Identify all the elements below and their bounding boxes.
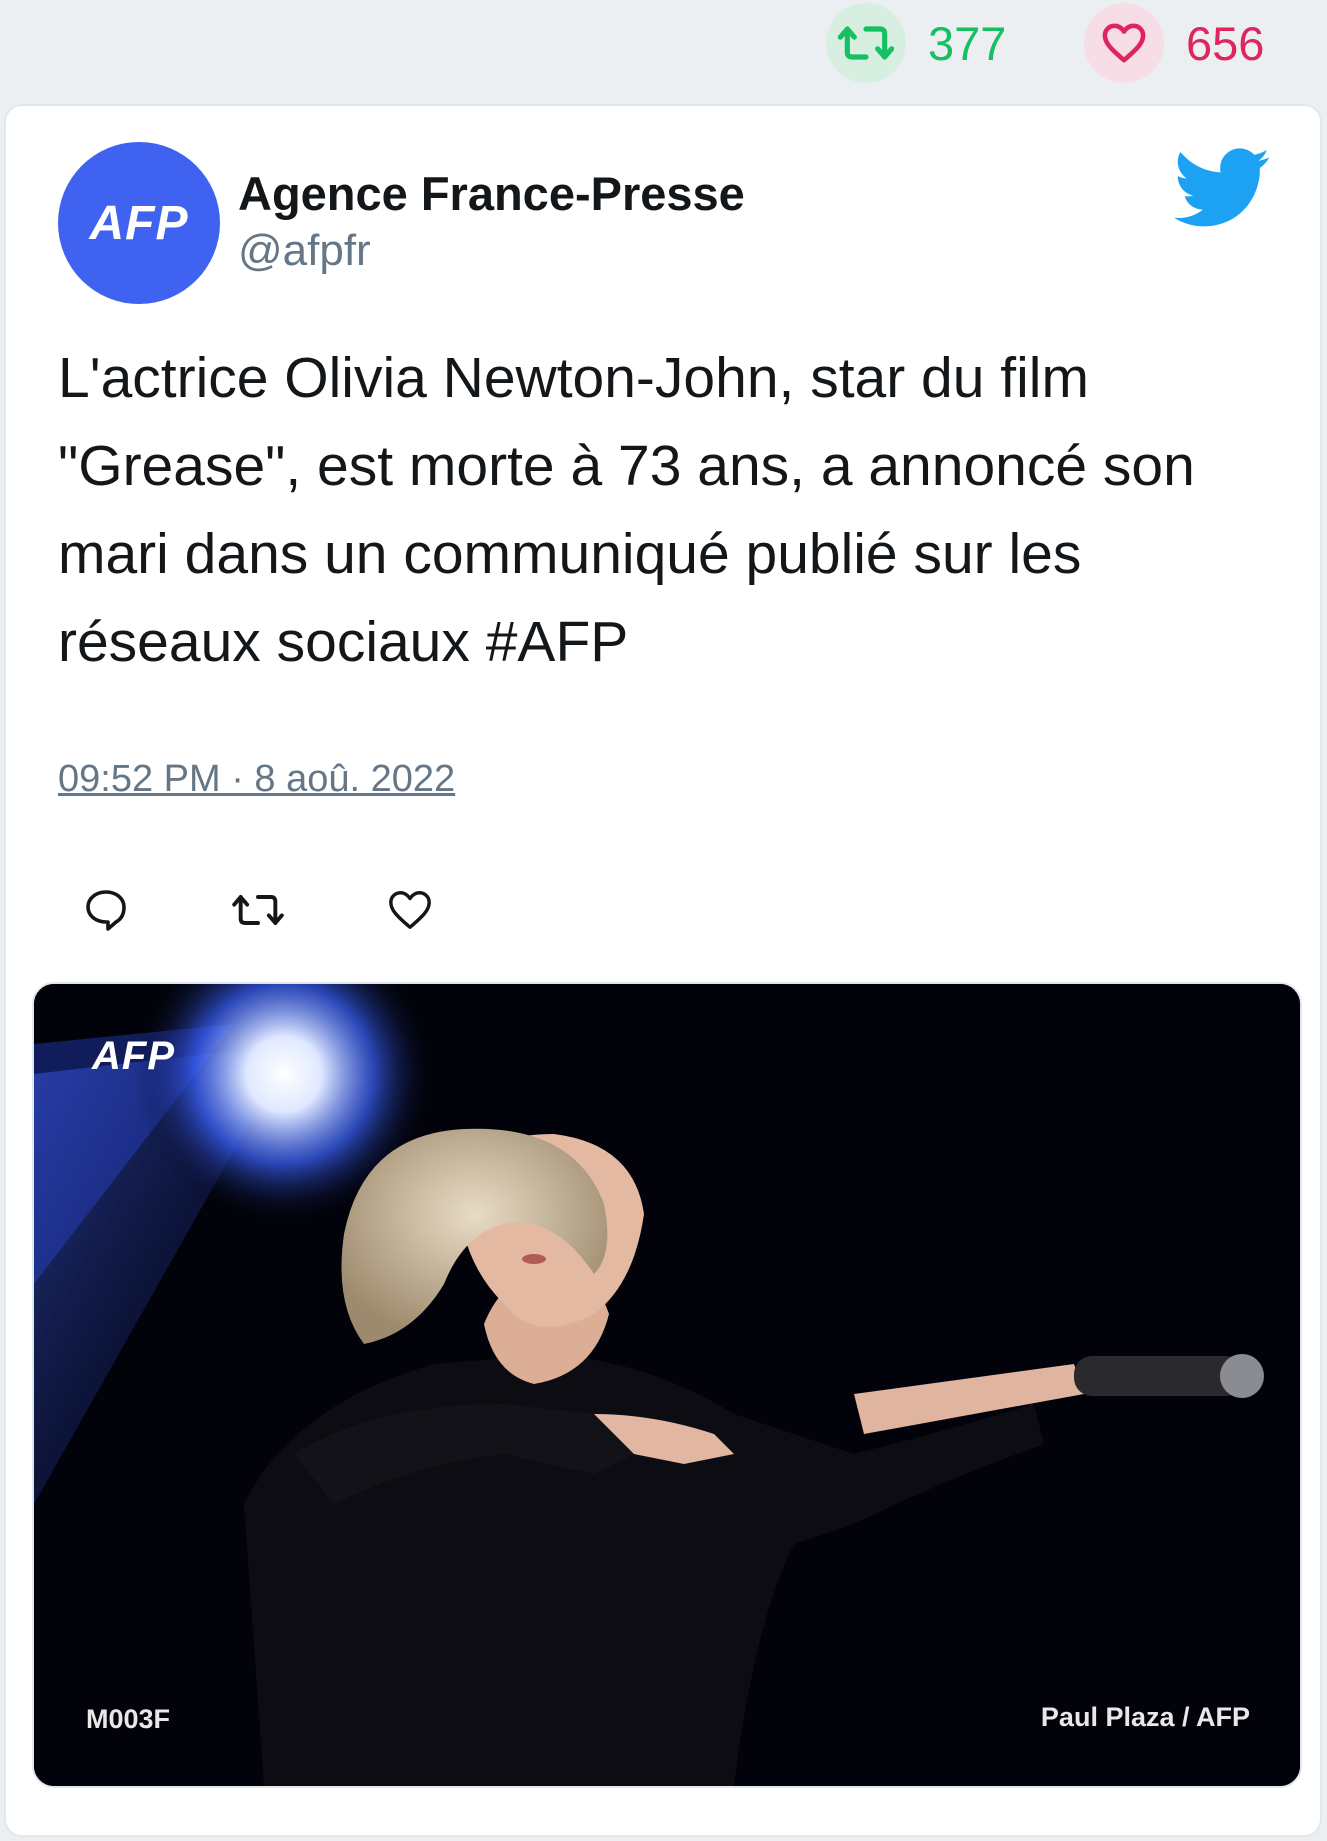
tweet-text: L'actrice Olivia Newton-John, star du fi… <box>58 346 1195 674</box>
tweet-photo[interactable]: AFP M003F Paul Plaza / AFP <box>32 982 1302 1788</box>
twitter-bird-icon[interactable] <box>1173 148 1272 228</box>
avatar-label: AFP <box>89 196 189 250</box>
reply-icon[interactable] <box>76 880 136 940</box>
tweet-card: AFP Agence France-Presse @afpfr L'actric… <box>4 104 1322 1837</box>
like-count: 656 <box>1186 16 1265 70</box>
avatar[interactable]: AFP <box>58 142 220 304</box>
media-brand-logo: AFP <box>92 1034 175 1078</box>
author-name[interactable]: Agence France-Presse <box>238 166 745 221</box>
retweet-icon[interactable] <box>228 880 288 940</box>
photo-code: M003F <box>86 1704 171 1734</box>
retweet-count-stat[interactable]: 377 <box>826 3 1007 83</box>
tweet-timestamp[interactable]: 09:52 PM · 8 aoû. 2022 <box>58 758 455 801</box>
like-count-stat[interactable]: 656 <box>1084 3 1265 83</box>
engagement-bar: 377 656 <box>0 0 1327 104</box>
retweet-count: 377 <box>928 16 1007 70</box>
photo-credit: Paul Plaza / AFP <box>1040 1702 1250 1732</box>
author-handle[interactable]: @afpfr <box>238 226 371 276</box>
heart-icon[interactable] <box>380 880 440 940</box>
heart-icon <box>1084 3 1164 83</box>
retweet-icon <box>826 3 906 83</box>
concert-photo <box>34 984 1300 1786</box>
